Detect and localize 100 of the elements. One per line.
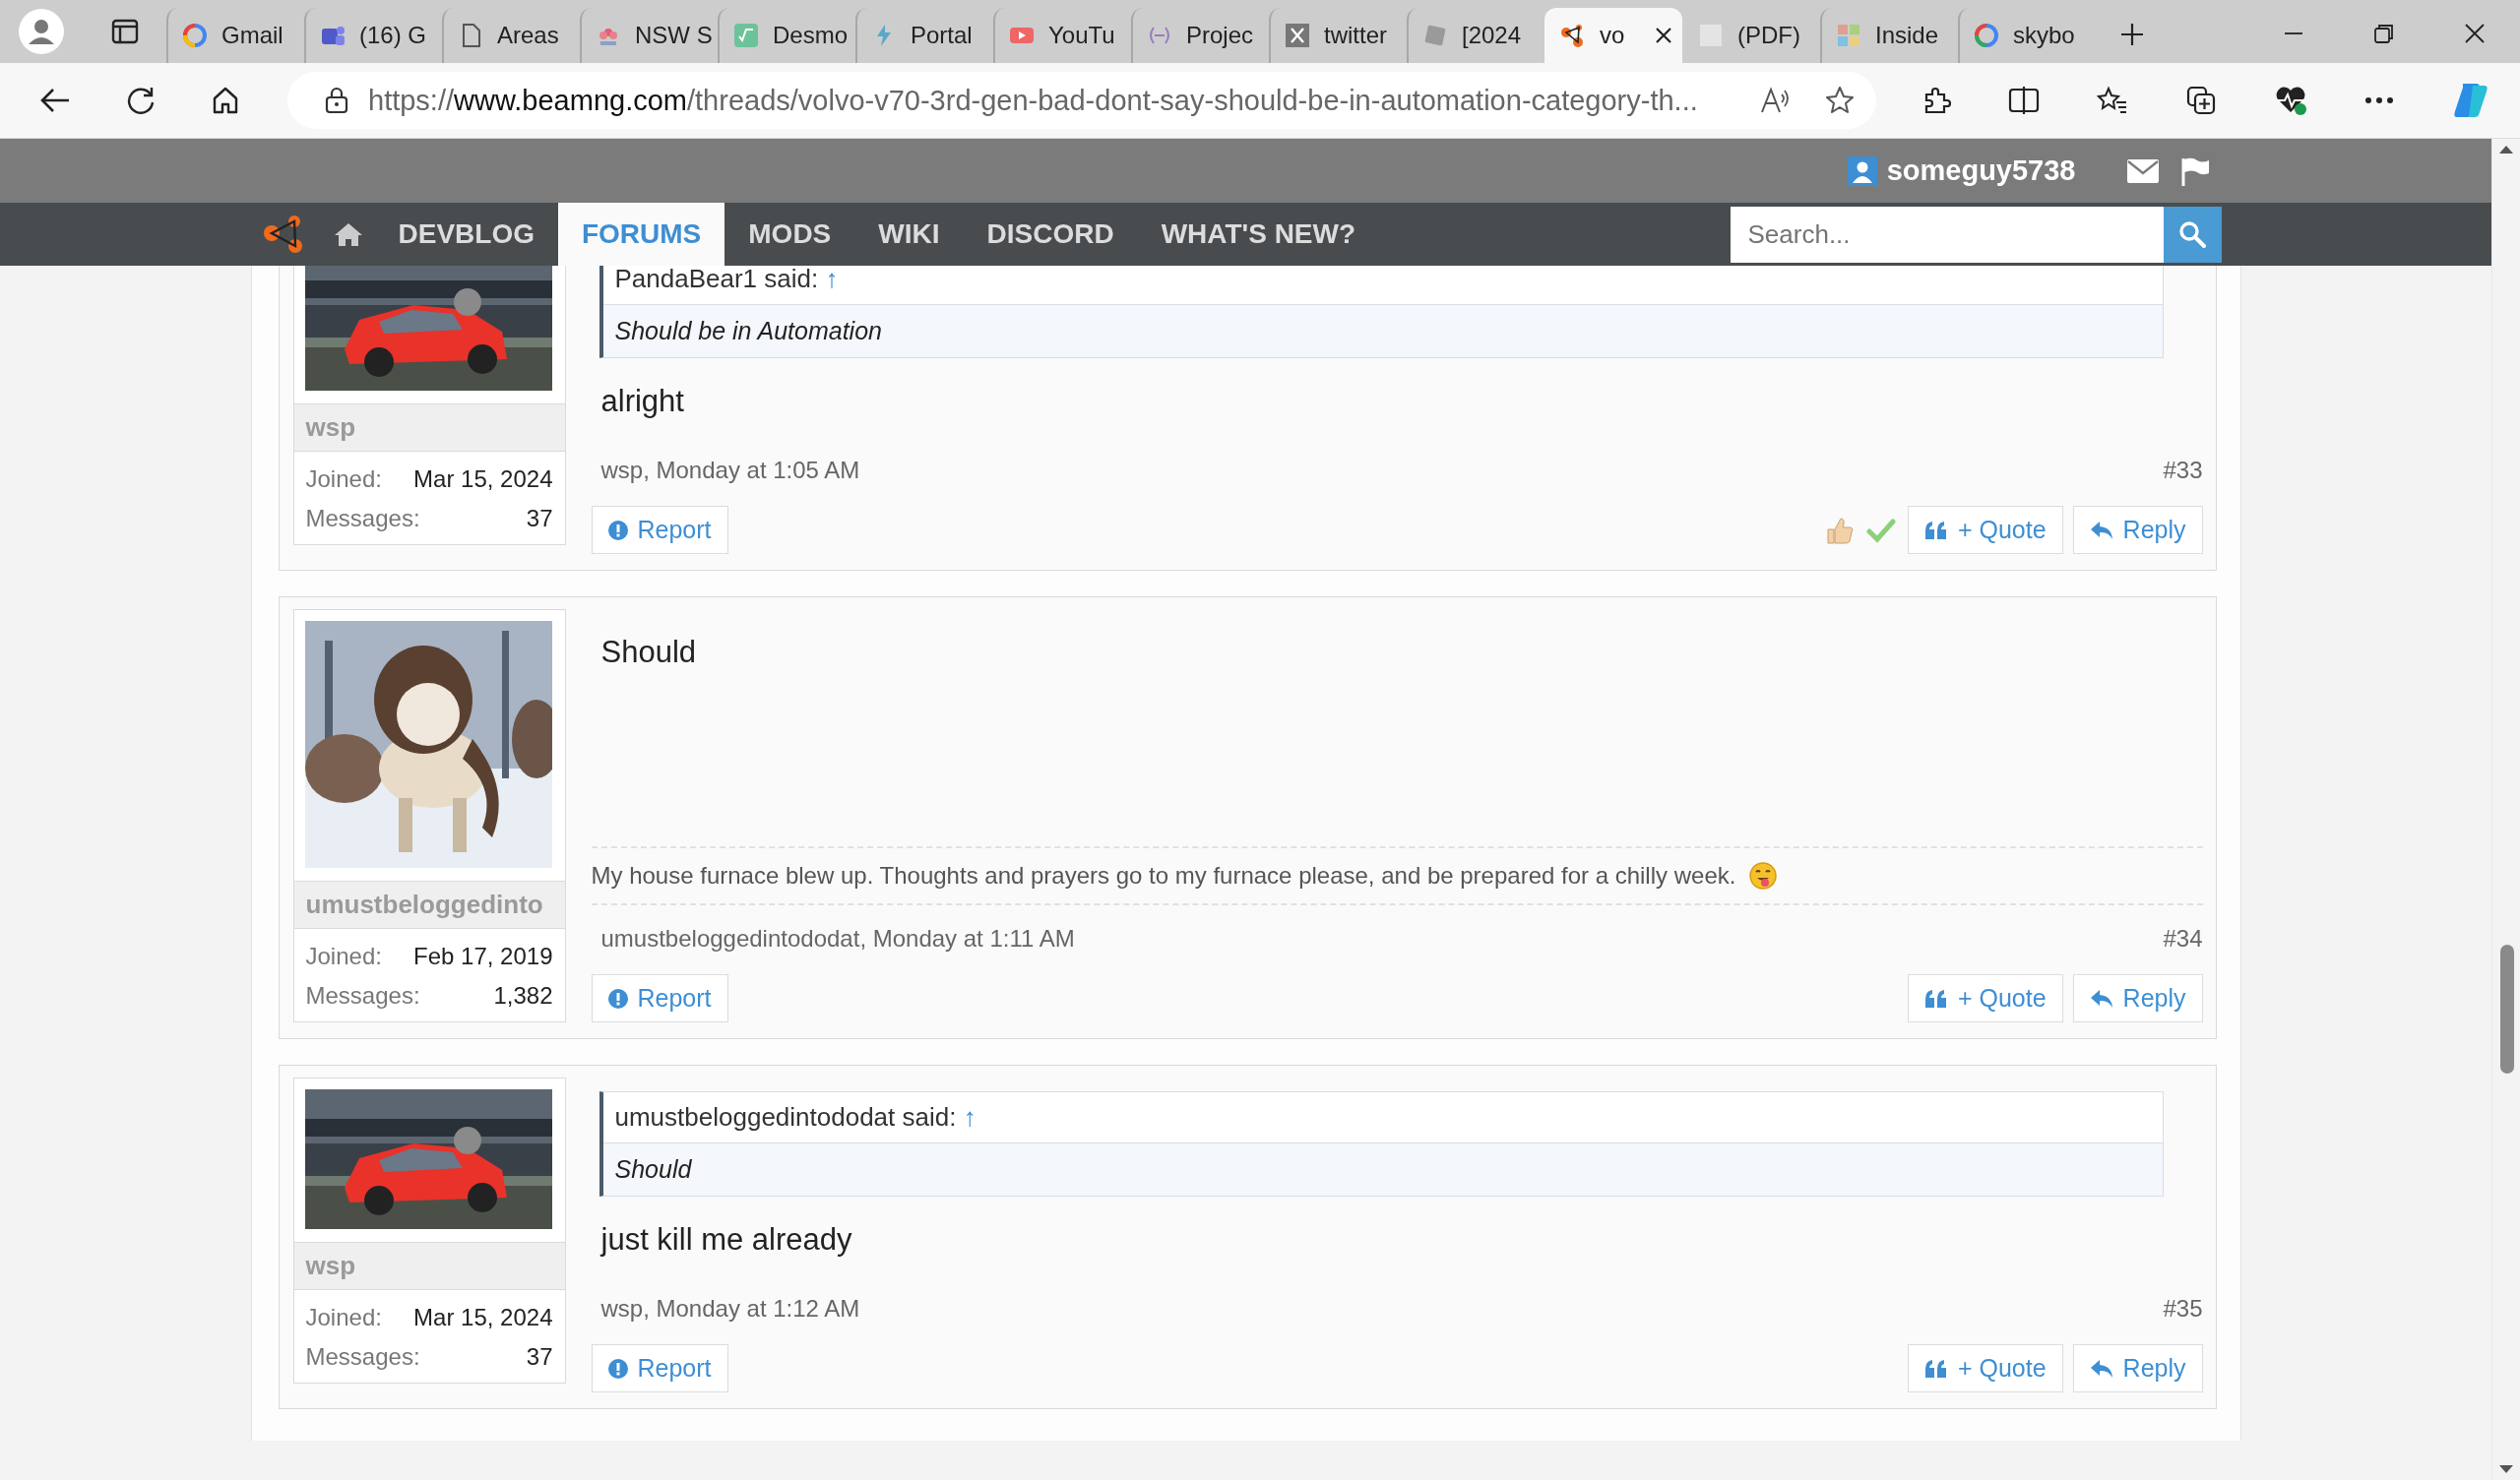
joined-date: Feb 17, 2019 <box>413 942 553 971</box>
tab-title: [2024 <box>1462 22 1523 49</box>
home-icon[interactable] <box>211 86 240 115</box>
url-text: https://www.beamng.com/threads/volvo-v70-3rd-gen-bad-dont-say-should-be-in-automation-category-th... <box>368 84 1699 117</box>
report-button[interactable]: Report <box>591 1344 728 1392</box>
search-field[interactable]: Search... <box>1730 206 2164 263</box>
search-icon <box>2178 220 2206 248</box>
favorites-icon[interactable] <box>2097 86 2128 115</box>
smiley-icon <box>1749 862 1778 890</box>
nav-tab[interactable]: DEVBLOG <box>374 203 558 266</box>
profile-icon[interactable] <box>19 9 64 54</box>
joined-label: Joined: <box>305 942 382 971</box>
browser-tab[interactable]: vo <box>1544 8 1682 63</box>
messages-label: Messages: <box>305 981 420 1011</box>
split-screen-icon[interactable] <box>2008 86 2040 115</box>
alert-icon <box>607 520 628 540</box>
reply-button[interactable]: Reply <box>2072 974 2203 1022</box>
scroll-down-icon[interactable] <box>2498 1464 2514 1474</box>
quote-text: Should <box>602 1143 2163 1196</box>
post-meta: wsp, Monday at 1:05 AM <box>600 457 860 484</box>
post-number-link[interactable]: #33 <box>2163 457 2203 484</box>
lock-icon <box>325 87 348 114</box>
new-tab-icon[interactable] <box>2119 22 2145 47</box>
reply-button[interactable]: Reply <box>2072 506 2203 554</box>
quote-button[interactable]: + Quote <box>1907 974 2063 1022</box>
reply-button[interactable]: Reply <box>2072 1344 2203 1392</box>
tab-title: Areas <box>497 22 560 49</box>
joined-label: Joined: <box>305 464 382 494</box>
nav-tab[interactable]: MODS <box>724 203 855 266</box>
message-count: 1,382 <box>493 981 553 1011</box>
messages-label: Messages: <box>305 504 420 533</box>
tab-title: NSW S <box>635 22 713 49</box>
tab-title: Desmo <box>773 22 849 49</box>
search-button[interactable] <box>2163 206 2222 263</box>
tab-title: Projec <box>1186 22 1255 49</box>
quote-attribution: umustbeloggedintododat said: ↑ <box>602 1092 2163 1143</box>
alert-icon <box>607 1358 628 1379</box>
reply-arrow-icon <box>2089 988 2113 1009</box>
scrollbar[interactable] <box>2491 139 2520 1480</box>
post-meta: wsp, Monday at 1:12 AM <box>600 1295 860 1323</box>
refresh-icon[interactable] <box>126 86 156 115</box>
scroll-up-icon[interactable] <box>2498 145 2514 154</box>
report-button[interactable]: Report <box>591 506 728 554</box>
nodes-icon <box>1560 23 1586 48</box>
messages-label: Messages: <box>305 1342 420 1372</box>
reply-arrow-icon <box>2089 1358 2113 1379</box>
browser-tab[interactable]: (PDF) <box>1682 8 1820 63</box>
tab-title: (PDF) <box>1737 22 1801 49</box>
tab-actions-icon[interactable] <box>111 18 139 45</box>
tab-title: Gmail <box>221 22 284 49</box>
post-text: alright <box>599 383 685 420</box>
message-count: 37 <box>526 1342 553 1372</box>
tab-title: (16) G <box>359 22 427 49</box>
joined-date: Mar 15, 2024 <box>413 464 553 494</box>
windows-icon <box>1836 23 1861 48</box>
post-number-link[interactable]: #34 <box>2163 925 2203 953</box>
nav-tab[interactable]: DISCORD <box>963 203 1138 266</box>
heart-rate-icon[interactable] <box>2274 85 2307 116</box>
google-icon <box>1974 23 1999 48</box>
post-text: Should <box>599 634 698 671</box>
quote-marks-icon <box>1923 1358 1948 1379</box>
collections-icon[interactable] <box>2185 85 2217 116</box>
scrollbar-thumb[interactable] <box>2500 945 2514 1074</box>
jump-link[interactable]: ↑ <box>825 266 839 293</box>
close-icon[interactable] <box>2465 24 2485 43</box>
more-icon[interactable] <box>2364 96 2394 104</box>
nav-tab[interactable]: WHAT'S NEW? <box>1137 203 1380 266</box>
square-root-icon <box>733 23 759 48</box>
report-button[interactable]: Report <box>591 974 728 1022</box>
back-icon[interactable] <box>39 87 71 114</box>
reply-arrow-icon <box>2089 520 2113 540</box>
tab-title: twitter <box>1324 22 1388 49</box>
flag-icon[interactable] <box>2179 155 2210 186</box>
copilot-icon[interactable] <box>2451 82 2490 119</box>
quote-button[interactable]: + Quote <box>1907 1344 2063 1392</box>
nav-tab[interactable]: FORUMS <box>557 203 725 266</box>
quote-text: Should be in Automation <box>602 305 2163 357</box>
tab-title: Portal <box>911 22 974 49</box>
restore-icon[interactable] <box>2374 24 2394 43</box>
quote-marks-icon <box>1923 988 1948 1009</box>
tab-title: YouTu <box>1048 22 1116 49</box>
quote-button[interactable]: + Quote <box>1907 506 2063 554</box>
jump-link[interactable]: ↑ <box>963 1102 976 1132</box>
quote-attribution: PandaBear1 said: ↑ <box>602 266 2163 305</box>
tab-title: vo <box>1600 22 1626 49</box>
envelope-icon[interactable] <box>2126 158 2159 183</box>
x-icon <box>1285 23 1310 48</box>
address-bar[interactable]: https://www.beamng.com/threads/volvo-v70-3rd-gen-bad-dont-say-should-be-in-automation-category-th... <box>287 72 1876 129</box>
tab-title: Inside <box>1875 22 1940 49</box>
star-icon[interactable] <box>1825 86 1855 115</box>
close-icon[interactable] <box>1655 27 1672 44</box>
username-link[interactable]: someguy5738 <box>1886 154 2076 187</box>
nav-tab[interactable]: WIKI <box>854 203 964 266</box>
signature-text: My house furnace blew up. Thoughts and prayers go to my furnace please, and be prepared for a chilly week. <box>591 862 1736 890</box>
tab-title: skybo <box>2013 22 2076 49</box>
user-icon[interactable] <box>1847 155 1877 186</box>
read-aloud-icon[interactable] <box>1760 87 1792 114</box>
joined-date: Mar 15, 2024 <box>413 1303 553 1332</box>
post-number-link[interactable]: #35 <box>2163 1295 2203 1323</box>
post-text: just kill me already <box>598 1221 853 1259</box>
